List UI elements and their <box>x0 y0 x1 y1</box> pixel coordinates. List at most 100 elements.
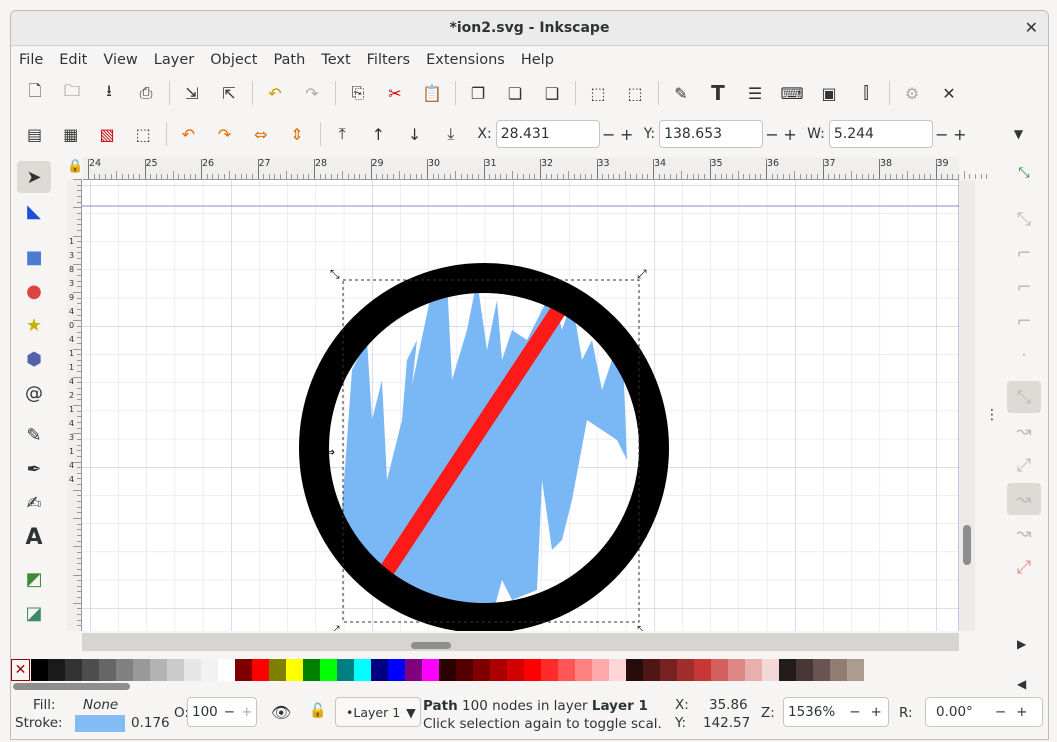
color-swatch[interactable] <box>541 659 558 681</box>
w-field[interactable]: 5.244 <box>828 120 933 148</box>
menu-item-file[interactable]: File <box>11 52 51 68</box>
rotate-ccw-icon[interactable]: ↶ <box>175 120 202 148</box>
color-swatch[interactable] <box>575 659 592 681</box>
export-icon[interactable]: ⇱ <box>215 79 243 107</box>
select-all-icon[interactable]: ▤ <box>21 120 48 148</box>
more-options-icon[interactable]: ⋮ <box>985 407 999 423</box>
color-swatch[interactable] <box>82 659 99 681</box>
layers-icon[interactable]: ☰ <box>741 79 769 107</box>
color-swatch[interactable] <box>456 659 473 681</box>
menu-item-edit[interactable]: Edit <box>51 52 95 68</box>
color-swatch[interactable] <box>235 659 252 681</box>
fill-stroke-icon[interactable]: ✎ <box>667 79 695 107</box>
color-swatch[interactable] <box>388 659 405 681</box>
menu-item-text[interactable]: Text <box>313 52 358 68</box>
snap-bbox-midpoint-icon[interactable]: ⌐ <box>1007 305 1041 337</box>
lower-bottom-icon[interactable]: ⤓ <box>437 120 464 148</box>
stroke-width[interactable]: 0.176 <box>131 715 170 731</box>
deselect-icon[interactable]: ▧ <box>93 120 120 148</box>
snap-midpoint-icon[interactable]: ↝ <box>1007 517 1041 549</box>
scale-handle-s-icon[interactable]: ⇕ <box>486 624 496 631</box>
rotation-field[interactable]: 0.00° − + <box>925 697 1043 727</box>
color-swatch[interactable] <box>439 659 456 681</box>
open-folder-icon[interactable]: 🗀 <box>58 79 86 107</box>
scale-handle-nw-icon[interactable]: ⤡ <box>330 267 340 281</box>
raise-icon[interactable]: ↑ <box>365 120 392 148</box>
scale-handle-se-icon[interactable]: ⤡ <box>637 623 647 631</box>
zoom-field[interactable]: 1536% − + <box>783 697 889 727</box>
document-properties-icon[interactable]: ▣ <box>815 79 843 107</box>
3d-box-tool-icon[interactable]: ⬢ <box>17 343 51 375</box>
ungroup-icon[interactable]: ⬚ <box>621 79 649 107</box>
color-swatch[interactable] <box>201 659 218 681</box>
unlink-clone-icon[interactable]: ❑ <box>538 79 566 107</box>
y-plus-button[interactable]: + <box>781 125 799 144</box>
color-swatch[interactable] <box>116 659 133 681</box>
color-swatch[interactable] <box>711 659 728 681</box>
menu-item-view[interactable]: View <box>95 52 145 68</box>
expand-right-icon[interactable]: ▶ <box>1017 637 1026 651</box>
new-document-icon[interactable]: 🗋 <box>21 79 49 107</box>
snap-nodes-icon[interactable]: ⤡ <box>1007 381 1041 413</box>
color-swatch[interactable] <box>31 659 48 681</box>
color-swatch[interactable] <box>99 659 116 681</box>
snap-bbox-center-icon[interactable]: · <box>1007 339 1041 371</box>
color-swatch[interactable] <box>490 659 507 681</box>
copy-icon[interactable]: ⎘ <box>344 79 372 107</box>
scale-handle-n-icon[interactable]: ⇕ <box>486 266 496 280</box>
x-minus-button[interactable]: − <box>600 125 618 144</box>
menu-item-path[interactable]: Path <box>265 52 313 68</box>
snap-intersection-icon[interactable]: ⤢ <box>1007 449 1041 481</box>
color-swatch[interactable] <box>422 659 439 681</box>
color-swatch[interactable] <box>524 659 541 681</box>
gradient-tool-icon[interactable]: ◩ <box>17 563 51 595</box>
color-swatch[interactable] <box>592 659 609 681</box>
scale-handle-sw-icon[interactable]: ⤢ <box>329 623 340 631</box>
flip-vertical-icon[interactable]: ⇕ <box>283 120 310 148</box>
overflow-chevron-icon[interactable]: ▼ <box>1005 120 1032 148</box>
menu-item-filters[interactable]: Filters <box>359 52 418 68</box>
color-swatch[interactable] <box>677 659 694 681</box>
color-swatch[interactable] <box>745 659 762 681</box>
color-swatch[interactable] <box>762 659 779 681</box>
clone-icon[interactable]: ❏ <box>501 79 529 107</box>
scale-handle-e-icon[interactable]: ⇔ <box>639 445 649 459</box>
color-swatch[interactable] <box>167 659 184 681</box>
lock-guides-icon[interactable]: 🔒 <box>67 159 83 174</box>
snap-toggle-icon[interactable]: ⤡ <box>1007 157 1041 189</box>
x-plus-button[interactable]: + <box>618 125 636 144</box>
text-font-icon[interactable]: T <box>704 79 732 107</box>
raise-top-icon[interactable]: ⤒ <box>329 120 356 148</box>
color-swatch[interactable] <box>303 659 320 681</box>
menu-item-extensions[interactable]: Extensions <box>418 52 513 68</box>
cut-icon[interactable]: ✂ <box>381 79 409 107</box>
layer-selector[interactable]: •Layer 1 ▼ <box>335 697 421 727</box>
color-swatch[interactable] <box>133 659 150 681</box>
snap-bbox-corner-icon[interactable]: ⌐ <box>1007 271 1041 303</box>
w-plus-button[interactable]: + <box>951 125 969 144</box>
color-swatch[interactable] <box>405 659 422 681</box>
color-swatch[interactable] <box>252 659 269 681</box>
lower-icon[interactable]: ↓ <box>401 120 428 148</box>
y-field[interactable]: 138.653 <box>659 120 764 148</box>
select-all-layers-icon[interactable]: ▦ <box>57 120 84 148</box>
color-swatch[interactable] <box>218 659 235 681</box>
color-swatch[interactable] <box>269 659 286 681</box>
rotate-cw-icon[interactable]: ↷ <box>211 120 238 148</box>
toggle-visibility-icon[interactable]: 👁 <box>271 703 291 722</box>
selector-tool-icon[interactable]: ➤ <box>17 161 51 193</box>
scale-handle-w-icon[interactable]: ⇔ <box>325 445 335 459</box>
align-distribute-icon[interactable]: ⫿ <box>852 79 880 107</box>
scale-handle-ne-icon[interactable]: ⤢ <box>636 267 647 281</box>
snap-smooth-nodes-icon[interactable]: ↝ <box>1007 483 1041 515</box>
paste-icon[interactable]: 📋 <box>418 79 446 107</box>
pencil-tool-icon[interactable]: ✎ <box>17 419 51 451</box>
rectangle-tool-icon[interactable]: ■ <box>17 241 51 273</box>
node-tool-icon[interactable]: ◣ <box>17 195 51 227</box>
color-swatch[interactable] <box>337 659 354 681</box>
menu-item-object[interactable]: Object <box>202 52 265 68</box>
star-tool-icon[interactable]: ★ <box>17 309 51 341</box>
save-icon[interactable]: ⭳ <box>95 79 123 107</box>
snap-path-icon[interactable]: ↝ <box>1007 415 1041 447</box>
tools-icon[interactable]: ✕ <box>935 79 963 107</box>
